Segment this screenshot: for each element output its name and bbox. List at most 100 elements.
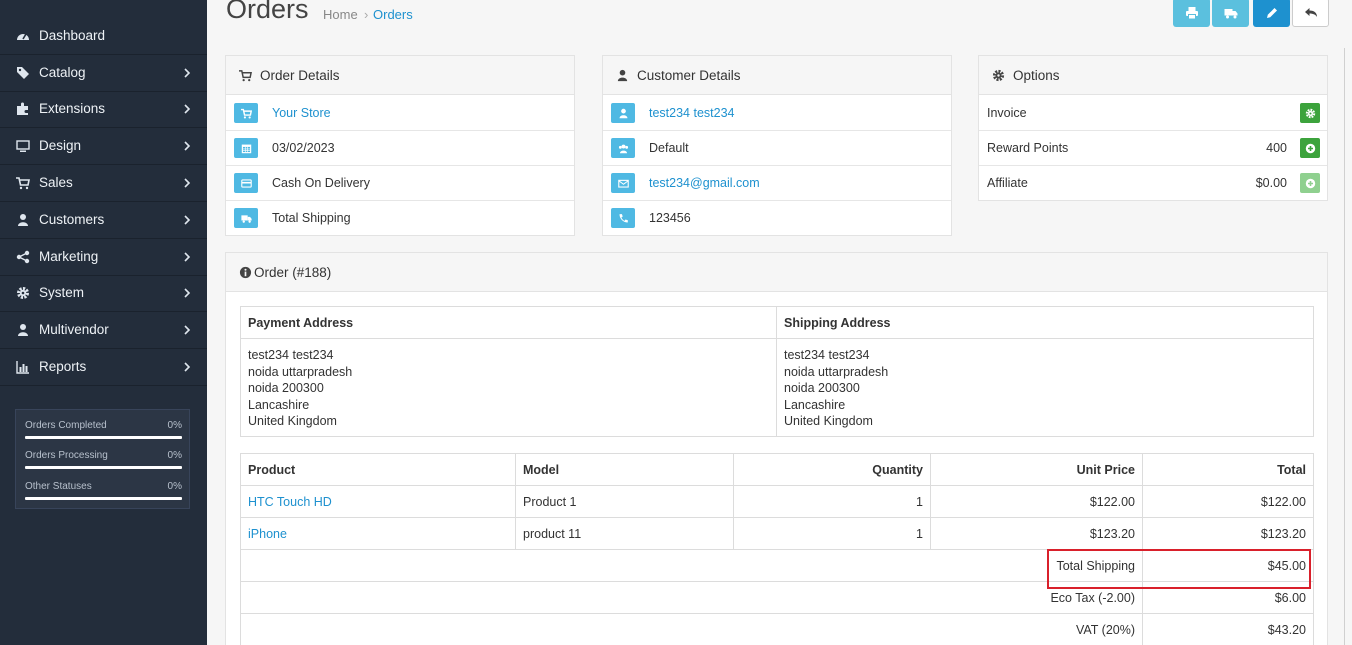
customer-phone-row: 123456 (603, 201, 951, 236)
back-button[interactable] (1292, 0, 1329, 27)
sidebar-item-reports[interactable]: Reports (0, 349, 207, 386)
stat-value: 0% (167, 481, 182, 492)
chevron-right-icon (184, 68, 191, 78)
user-icon (18, 324, 28, 336)
product-total: $123.20 (1142, 517, 1314, 550)
product-link[interactable]: iPhone (240, 517, 516, 550)
shipping-address-header: Shipping Address (776, 306, 1314, 339)
user-icon (18, 214, 28, 226)
customer-email-row: test234@gmail.com (603, 166, 951, 201)
sidebar-item-design[interactable]: Design (0, 128, 207, 165)
chevron-right-icon (184, 141, 191, 151)
address-table: Payment Address Shipping Address test234… (240, 306, 1314, 437)
shipping-method-row: Total Shipping (226, 201, 574, 236)
table-row: HTC Touch HD Product 1 1 $122.00 $122.00 (240, 485, 1314, 518)
invoice-row: Invoice (979, 96, 1327, 131)
cart-icon (240, 108, 252, 119)
tags-icon (17, 67, 29, 79)
invoice-label: Invoice (987, 106, 1027, 120)
share-icon (16, 250, 30, 264)
progress-bar (25, 466, 182, 469)
reward-row: Reward Points 400 (979, 131, 1327, 166)
print-shipping-button[interactable] (1212, 0, 1249, 27)
product-model: product 11 (515, 517, 734, 550)
address-line: noida uttarpradesh (784, 364, 889, 379)
sidebar-item-label: Reports (39, 359, 87, 374)
sidebar-item-customers[interactable]: Customers (0, 202, 207, 239)
credit-card-icon (240, 178, 252, 188)
sidebar-item-multivendor[interactable]: Multivendor (0, 312, 207, 349)
breadcrumb-home[interactable]: Home (323, 7, 358, 22)
date-added: 03/02/2023 (272, 141, 335, 155)
product-quantity: 1 (733, 517, 931, 550)
customer-phone: 123456 (649, 211, 691, 225)
address-line: United Kingdom (784, 414, 873, 429)
sidebar-item-marketing[interactable]: Marketing (0, 239, 207, 276)
product-quantity: 1 (733, 485, 931, 518)
add-commission-button[interactable] (1300, 173, 1320, 193)
sidebar-item-sales[interactable]: Sales (0, 165, 207, 202)
cart-icon (16, 177, 30, 190)
sidebar-item-label: Sales (39, 175, 73, 190)
panel-title: Options (1013, 68, 1060, 83)
generate-invoice-button[interactable] (1300, 103, 1320, 123)
scrollbar-track[interactable] (1344, 48, 1345, 645)
reward-label: Reward Points (987, 141, 1069, 155)
store-icon-box (234, 103, 258, 123)
chevron-right-icon (184, 178, 191, 188)
breadcrumb-orders[interactable]: Orders (373, 7, 413, 22)
store-link[interactable]: Your Store (272, 106, 331, 120)
sidebar-item-label: Design (39, 138, 82, 153)
customer-group-row: Default (603, 131, 951, 166)
date-row: 03/02/2023 (226, 131, 574, 166)
sidebar-item-catalog[interactable]: Catalog (0, 55, 207, 92)
stat-value: 0% (167, 450, 182, 461)
gear-icon (992, 69, 1005, 82)
phone-icon (619, 213, 628, 222)
add-reward-button[interactable] (1300, 138, 1320, 158)
totals-label: Total Shipping (240, 549, 1143, 582)
sidebar-item-extensions[interactable]: Extensions (0, 91, 207, 128)
users-icon (618, 144, 628, 153)
sidebar-item-system[interactable]: System (0, 275, 207, 312)
progress-bar (25, 436, 182, 439)
customer-details-panel: Customer Details test234 test234 Default… (602, 55, 952, 236)
customer-email-link[interactable]: test234@gmail.com (649, 176, 760, 190)
calendar-icon (241, 144, 251, 153)
product-link[interactable]: HTC Touch HD (240, 485, 516, 518)
chevron-right-icon (184, 325, 191, 335)
edit-button[interactable] (1253, 0, 1290, 27)
chevron-right-icon (184, 362, 191, 372)
address-line: noida 200300 (248, 381, 324, 396)
shipping-method: Total Shipping (272, 211, 351, 225)
sidebar-item-dashboard[interactable]: Dashboard (0, 18, 207, 55)
reply-icon (1304, 7, 1317, 17)
progress-bar (25, 497, 182, 500)
cart-icon (239, 70, 252, 82)
chevron-right-icon (184, 252, 191, 262)
customer-name-link[interactable]: test234 test234 (649, 106, 734, 120)
product-model: Product 1 (515, 485, 734, 518)
payment-method: Cash On Delivery (272, 176, 370, 190)
stat-label: Orders Completed (25, 420, 107, 431)
user-icon (617, 69, 628, 82)
stat-label: Other Statuses (25, 481, 92, 492)
page-title: Orders (226, 0, 309, 24)
group-icon-box (611, 138, 635, 158)
payment-method-row: Cash On Delivery (226, 166, 574, 201)
address-line: test234 test234 (248, 348, 334, 362)
address-line: United Kingdom (248, 414, 337, 429)
totals-row: VAT (20%) $43.20 (240, 613, 1314, 645)
column-header-unit-price: Unit Price (930, 453, 1143, 486)
order-panel: Order (#188) Payment Address Shipping Ad… (225, 252, 1328, 645)
panel-heading: Order (#188) (226, 253, 1327, 292)
shipping-icon-box (234, 208, 258, 228)
address-line: Lancashire (784, 397, 846, 412)
print-invoice-button[interactable] (1173, 0, 1210, 27)
info-circle-icon (239, 266, 252, 279)
address-line: test234 test234 (784, 348, 870, 362)
bar-chart-icon (16, 361, 29, 374)
stat-value: 0% (167, 420, 182, 431)
puzzle-icon (17, 102, 28, 115)
address-line: Lancashire (248, 397, 310, 412)
